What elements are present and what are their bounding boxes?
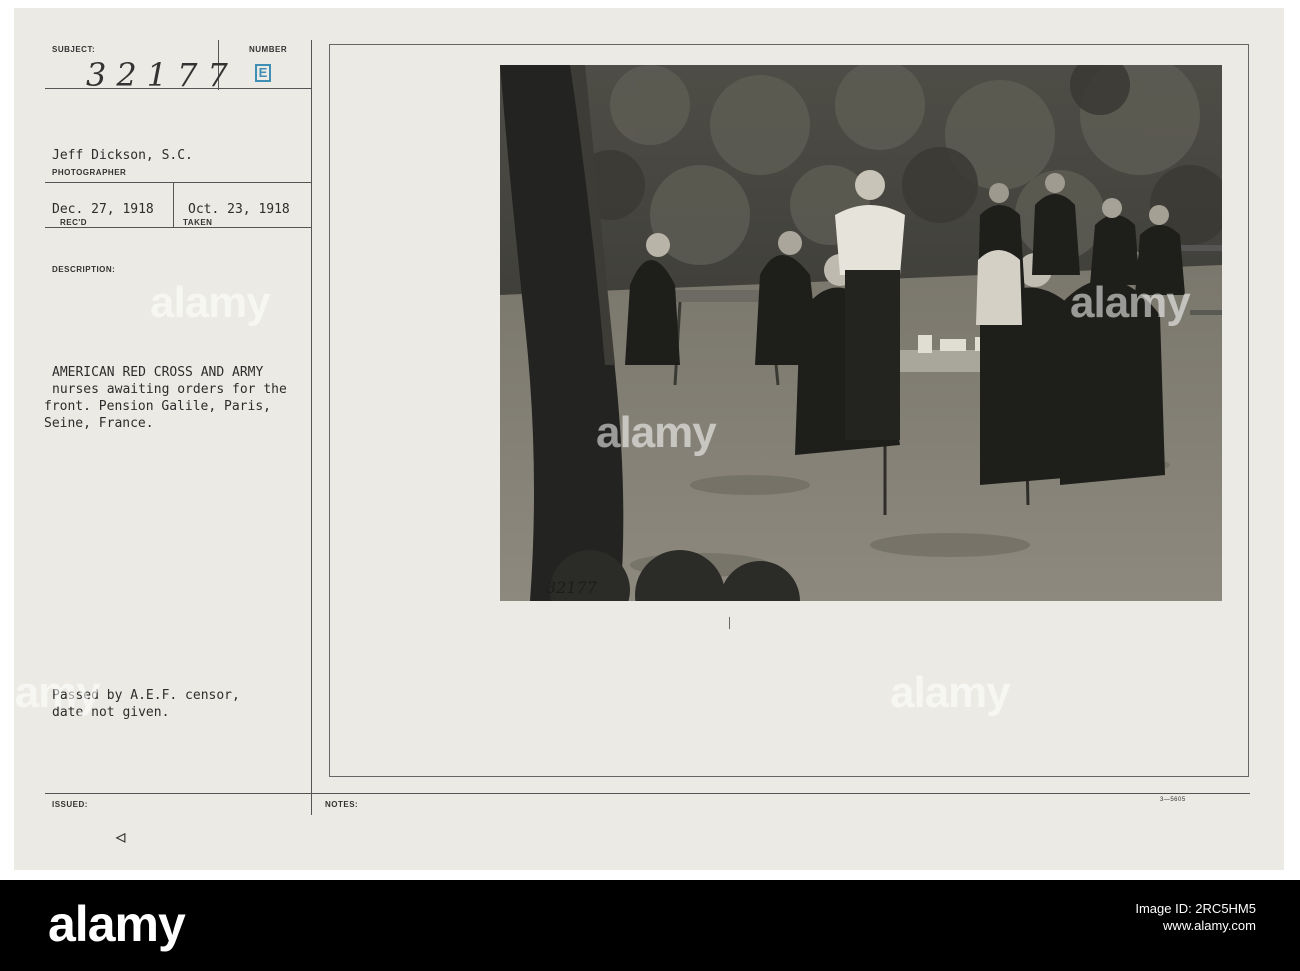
notes-label: NOTES: bbox=[325, 800, 359, 809]
issued-label: ISSUED: bbox=[52, 800, 88, 809]
description-line: nurses awaiting orders for the bbox=[52, 382, 287, 397]
watermark: alamy bbox=[596, 408, 717, 457]
left-column-border bbox=[311, 40, 312, 815]
watermark: alamy bbox=[1070, 278, 1191, 327]
photographer-underline bbox=[45, 182, 311, 183]
footer-logo: alamy bbox=[48, 896, 186, 952]
description-label: DESCRIPTION: bbox=[52, 265, 116, 274]
form-number: 3—5605 bbox=[1160, 797, 1186, 803]
taken-date: Oct. 23, 1918 bbox=[188, 202, 290, 217]
archival-photograph bbox=[500, 65, 1222, 601]
dates-underline bbox=[45, 227, 311, 228]
description-line: Seine, France. bbox=[44, 416, 154, 431]
image-id-label: Image ID: 2RC5HM5 bbox=[1135, 901, 1256, 916]
number-stamp: E bbox=[255, 64, 271, 82]
site-url[interactable]: www.alamy.com bbox=[1135, 917, 1256, 934]
bottom-rule bbox=[45, 793, 1250, 794]
received-date: Dec. 27, 1918 bbox=[52, 202, 154, 217]
description-line: AMERICAN RED CROSS AND ARMY bbox=[52, 365, 264, 380]
number-label: NUMBER bbox=[249, 45, 288, 54]
photographer-label: PHOTOGRAPHER bbox=[52, 168, 127, 177]
footer-image-info: Image ID: 2RC5HM5 www.alamy.com bbox=[1135, 900, 1256, 934]
photographer-name: Jeff Dickson, S.C. bbox=[52, 148, 193, 163]
description-line: front. Pension Galile, Paris, bbox=[44, 399, 271, 414]
small-mark: │ bbox=[727, 618, 734, 629]
footer-bar: alamy Image ID: 2RC5HM5 www.alamy.com bbox=[0, 880, 1300, 971]
watermark: alamy bbox=[150, 278, 271, 327]
taken-label: TAKEN bbox=[183, 218, 213, 227]
watermark: alamy bbox=[0, 668, 101, 717]
subject-number: 32177 bbox=[86, 56, 238, 94]
dates-divider bbox=[173, 182, 174, 227]
issued-mark: ◁ bbox=[116, 830, 126, 844]
subject-label: SUBJECT: bbox=[52, 45, 96, 54]
watermark: alamy bbox=[890, 668, 1011, 717]
received-label: REC'D bbox=[60, 218, 88, 227]
photo-number: 32177 bbox=[546, 578, 597, 597]
